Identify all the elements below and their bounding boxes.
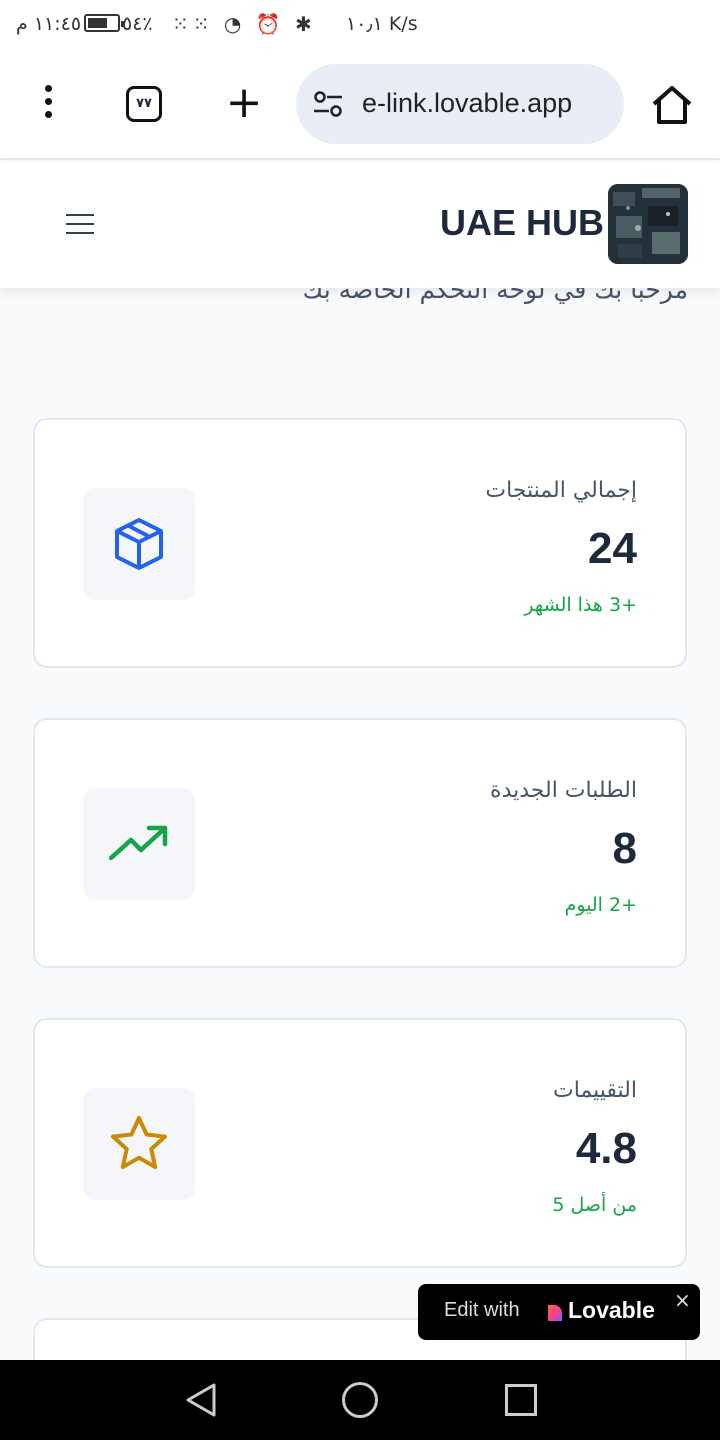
stat-value: 8 bbox=[612, 824, 637, 873]
battery-icon bbox=[84, 14, 124, 32]
close-icon[interactable]: × bbox=[674, 1288, 691, 1312]
stat-label: إجمالي المنتجات bbox=[485, 478, 637, 503]
stat-card-ratings: التقييمات 4.8 من أصل 5 bbox=[33, 1018, 687, 1268]
status-time: ١١:٤٥ م bbox=[16, 13, 82, 35]
status-indicator-icons: ⁙⁙ ◔ ⏰ ✱ bbox=[172, 12, 316, 36]
home-icon[interactable] bbox=[650, 84, 694, 126]
tabs-button[interactable]: ٧٧ bbox=[126, 86, 162, 122]
stat-icon-box bbox=[83, 488, 195, 600]
tune-icon[interactable] bbox=[312, 90, 344, 118]
stat-icon-box bbox=[83, 1088, 195, 1200]
app-header: UAE HUB bbox=[0, 162, 720, 288]
star-icon bbox=[111, 1116, 167, 1169]
stat-label: التقييمات bbox=[553, 1078, 637, 1103]
battery-percent: ٥٤٪ bbox=[122, 13, 153, 35]
recents-icon[interactable] bbox=[505, 1384, 537, 1416]
stat-change: +3 هذا الشهر bbox=[524, 594, 637, 616]
stat-card-orders: الطلبات الجديدة 8 +2 اليوم bbox=[33, 718, 687, 968]
edit-with-lovable-badge[interactable]: Edit with Lovable × bbox=[418, 1284, 700, 1340]
plus-icon[interactable]: + bbox=[224, 80, 264, 126]
url-text: e-link.lovable.app bbox=[362, 88, 573, 118]
back-icon[interactable] bbox=[184, 1382, 218, 1418]
stat-value: 24 bbox=[588, 524, 637, 573]
lovable-edit-text: Edit with bbox=[444, 1299, 520, 1321]
hamburger-menu-icon[interactable] bbox=[66, 214, 94, 234]
stat-change: من أصل 5 bbox=[552, 1194, 637, 1216]
status-bar: ١١:٤٥ م ٥٤٪ ⁙⁙ ◔ ⏰ ✱ ١٠٫١ K/s bbox=[0, 0, 720, 50]
home-nav-icon[interactable] bbox=[342, 1382, 378, 1418]
more-vert-icon[interactable] bbox=[38, 85, 58, 125]
stat-value: 4.8 bbox=[575, 1124, 637, 1173]
system-nav-bar bbox=[0, 1360, 720, 1440]
lovable-name: Lovable bbox=[568, 1297, 655, 1323]
brand-name: UAE HUB bbox=[440, 202, 605, 243]
stat-icon-box bbox=[83, 788, 195, 900]
net-speed: ١٠٫١ K/s bbox=[346, 13, 418, 35]
address-bar[interactable]: e-link.lovable.app bbox=[296, 64, 624, 144]
stat-card-products: إجمالي المنتجات 24 +3 هذا الشهر bbox=[33, 418, 687, 668]
browser-toolbar: ٧٧ + e-link.lovable.app bbox=[0, 50, 720, 160]
lovable-heart-icon bbox=[548, 1305, 562, 1321]
tab-count: ٧٧ bbox=[136, 96, 152, 111]
logo-image bbox=[608, 184, 688, 264]
stat-label: الطلبات الجديدة bbox=[490, 778, 637, 803]
trending-up-icon bbox=[109, 825, 168, 861]
stat-change: +2 اليوم bbox=[564, 894, 637, 916]
package-icon bbox=[115, 518, 163, 570]
